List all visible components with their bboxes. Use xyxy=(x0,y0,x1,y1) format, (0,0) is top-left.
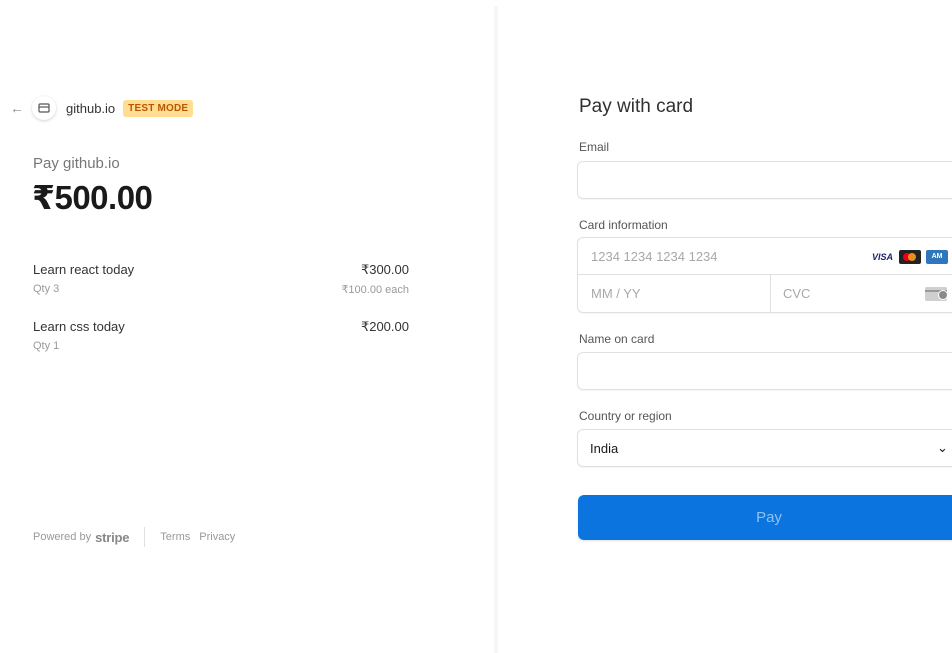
total-amount: ₹500.00 xyxy=(32,179,153,216)
email-label: Email xyxy=(579,140,610,154)
card-number-field[interactable]: 1234 1234 1234 1234 VISA AM xyxy=(578,238,952,275)
line-item: Learn css today ₹200.00 Qty 1 xyxy=(33,319,409,352)
checkout-header: ← github.io TEST MODE xyxy=(10,96,194,120)
country-label: Country or region xyxy=(579,409,672,423)
email-field[interactable] xyxy=(577,161,952,199)
store-icon xyxy=(32,96,56,120)
cvc-placeholder: CVC xyxy=(783,286,811,301)
cvc-field[interactable]: CVC xyxy=(771,275,952,312)
country-select[interactable]: India ⌄ xyxy=(577,429,952,467)
pay-button[interactable]: Pay xyxy=(578,495,952,540)
card-brands: VISA AM xyxy=(872,250,949,264)
line-item-price: ₹300.00 xyxy=(360,262,409,277)
card-information-label: Card information xyxy=(579,218,668,232)
form-title: Pay with card xyxy=(579,96,694,117)
card-information-group: 1234 1234 1234 1234 VISA AM MM / YY CVC xyxy=(577,237,952,313)
name-on-card-field[interactable] xyxy=(577,352,952,390)
line-item-unit-price: ₹100.00 each xyxy=(341,284,409,296)
expiry-field[interactable]: MM / YY xyxy=(578,275,771,312)
pay-merchant-label: Pay github.io xyxy=(33,155,120,172)
name-on-card-label: Name on card xyxy=(579,332,655,346)
order-summary-panel: ← github.io TEST MODE Pay github.io ₹500… xyxy=(0,0,497,653)
card-number-placeholder: 1234 1234 1234 1234 xyxy=(591,248,718,264)
privacy-link[interactable]: Privacy xyxy=(199,531,235,543)
back-arrow-icon[interactable]: ← xyxy=(10,101,30,115)
line-item: Learn react today ₹300.00 Qty 3 ₹100.00 … xyxy=(33,262,409,296)
line-item-qty: Qty 1 xyxy=(33,340,60,352)
line-item-name: Learn react today xyxy=(33,262,135,277)
powered-by-text: Powered by xyxy=(33,531,92,543)
stripe-footer: Powered by stripe Terms Privacy xyxy=(33,527,244,547)
country-value: India xyxy=(590,440,619,456)
merchant-name: github.io xyxy=(66,100,116,116)
cvc-card-icon xyxy=(925,287,948,301)
amex-icon: AM xyxy=(926,250,949,264)
test-mode-badge: TEST MODE xyxy=(123,99,194,117)
visa-icon: VISA xyxy=(872,252,894,262)
terms-link[interactable]: Terms xyxy=(160,531,190,543)
expiry-placeholder: MM / YY xyxy=(591,286,641,301)
stripe-logo[interactable]: stripe xyxy=(95,530,129,545)
line-item-qty: Qty 3 xyxy=(33,283,60,295)
panel-divider xyxy=(494,6,498,653)
footer-divider xyxy=(144,527,146,547)
line-item-name: Learn css today xyxy=(33,319,125,334)
line-item-price: ₹200.00 xyxy=(360,319,409,334)
chevron-down-icon: ⌄ xyxy=(937,440,948,455)
mastercard-icon xyxy=(899,250,922,264)
